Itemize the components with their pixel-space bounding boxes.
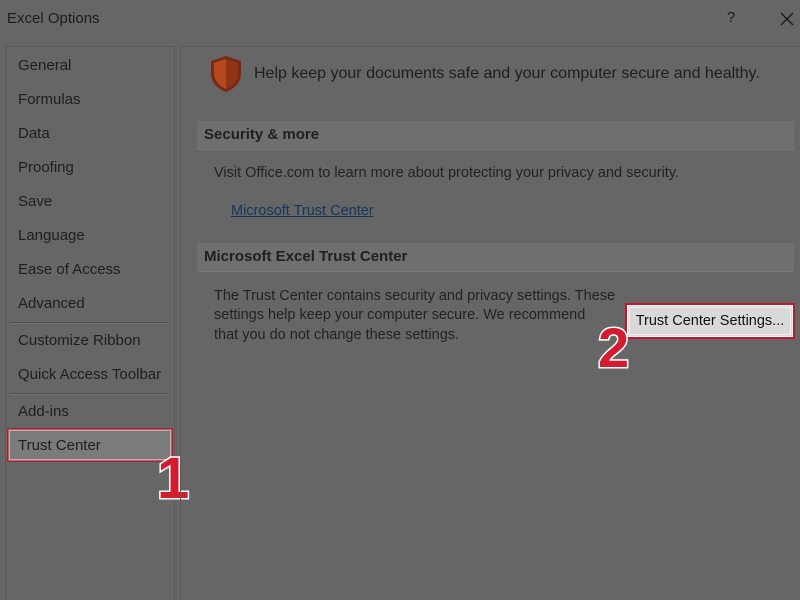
sidebar-item-advanced[interactable]: Advanced (6, 288, 172, 320)
dialog-title: Excel Options (7, 10, 100, 27)
section-header-security: Security & more (197, 121, 794, 150)
close-button[interactable] (776, 8, 798, 30)
sidebar-item-save[interactable]: Save (6, 186, 172, 218)
sidebar-item-data[interactable]: Data (6, 118, 172, 150)
options-sidebar: General Formulas Data Proofing Save Lang… (5, 46, 175, 600)
sidebar-divider (10, 322, 168, 324)
section-title-security: Security & more (204, 126, 320, 143)
section-title-trust-center: Microsoft Excel Trust Center (204, 248, 408, 265)
trust-center-description-line-3: that you do not change these settings. (214, 327, 460, 343)
excel-options-dialog: Excel Options ? General Formulas Data Pr… (0, 0, 800, 600)
sidebar-item-customize-ribbon[interactable]: Customize Ribbon (6, 325, 172, 357)
page-heading: Help keep your documents safe and your c… (254, 65, 760, 82)
title-bar: Excel Options ? (0, 0, 800, 38)
microsoft-trust-center-link[interactable]: Microsoft Trust Center (231, 203, 374, 219)
sidebar-item-ease-of-access[interactable]: Ease of Access (6, 254, 172, 286)
help-button[interactable]: ? (722, 9, 740, 29)
security-description: Visit Office.com to learn more about pro… (214, 165, 680, 181)
close-icon (780, 12, 794, 26)
sidebar-item-trust-center[interactable]: Trust Center (7, 428, 173, 462)
sidebar-item-add-ins[interactable]: Add-ins (6, 396, 172, 428)
trust-center-settings-button[interactable]: Trust Center Settings... (625, 303, 795, 339)
trust-center-description-line-1: The Trust Center contains security and p… (214, 288, 616, 304)
trust-center-description-line-2: settings help keep your computer secure.… (214, 307, 586, 323)
section-header-trust-center: Microsoft Excel Trust Center (197, 243, 794, 272)
sidebar-item-language[interactable]: Language (6, 220, 172, 252)
sidebar-divider (10, 393, 168, 395)
sidebar-item-formulas[interactable]: Formulas (6, 84, 172, 116)
sidebar-item-proofing[interactable]: Proofing (6, 152, 172, 184)
sidebar-item-quick-access-toolbar[interactable]: Quick Access Toolbar (6, 359, 172, 391)
shield-icon (211, 56, 241, 92)
step-2-badge: 2 (596, 316, 630, 379)
sidebar-item-general[interactable]: General (6, 50, 172, 82)
